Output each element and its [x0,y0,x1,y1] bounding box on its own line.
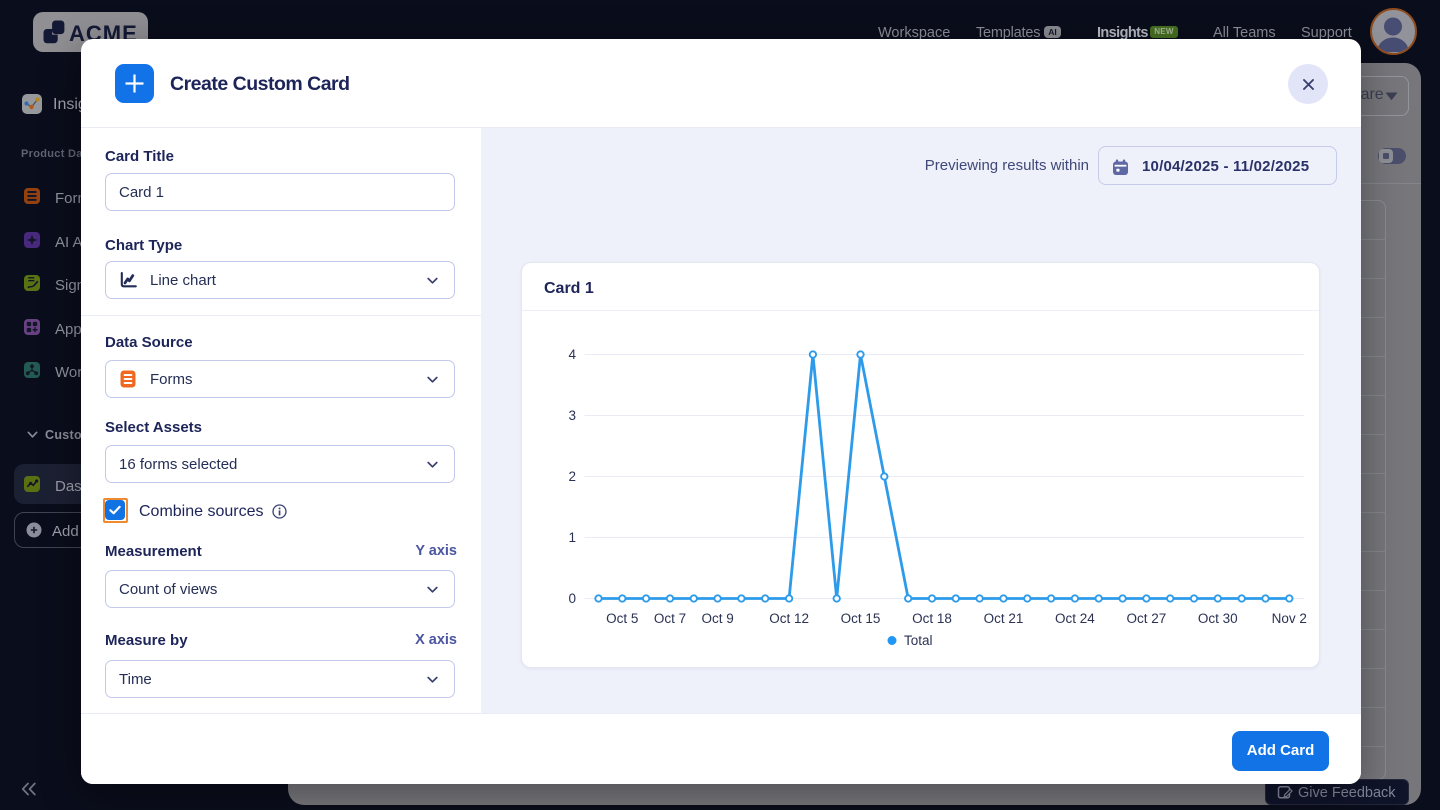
svg-text:Oct 12: Oct 12 [769,611,809,626]
svg-text:3: 3 [568,408,576,423]
svg-text:Oct 24: Oct 24 [1055,611,1095,626]
svg-text:Oct 21: Oct 21 [984,611,1024,626]
svg-text:Oct 27: Oct 27 [1127,611,1167,626]
svg-text:0: 0 [568,591,576,606]
svg-text:Total: Total [904,633,933,648]
svg-text:Oct 18: Oct 18 [912,611,952,626]
svg-text:Oct 9: Oct 9 [701,611,733,626]
svg-text:Oct 7: Oct 7 [654,611,686,626]
svg-text:Oct 5: Oct 5 [606,611,638,626]
svg-text:Oct 30: Oct 30 [1198,611,1238,626]
svg-text:4: 4 [568,347,576,362]
svg-text:1: 1 [568,530,576,545]
svg-text:Nov 2: Nov 2 [1272,611,1307,626]
svg-text:2: 2 [568,469,576,484]
svg-text:Oct 15: Oct 15 [841,611,881,626]
